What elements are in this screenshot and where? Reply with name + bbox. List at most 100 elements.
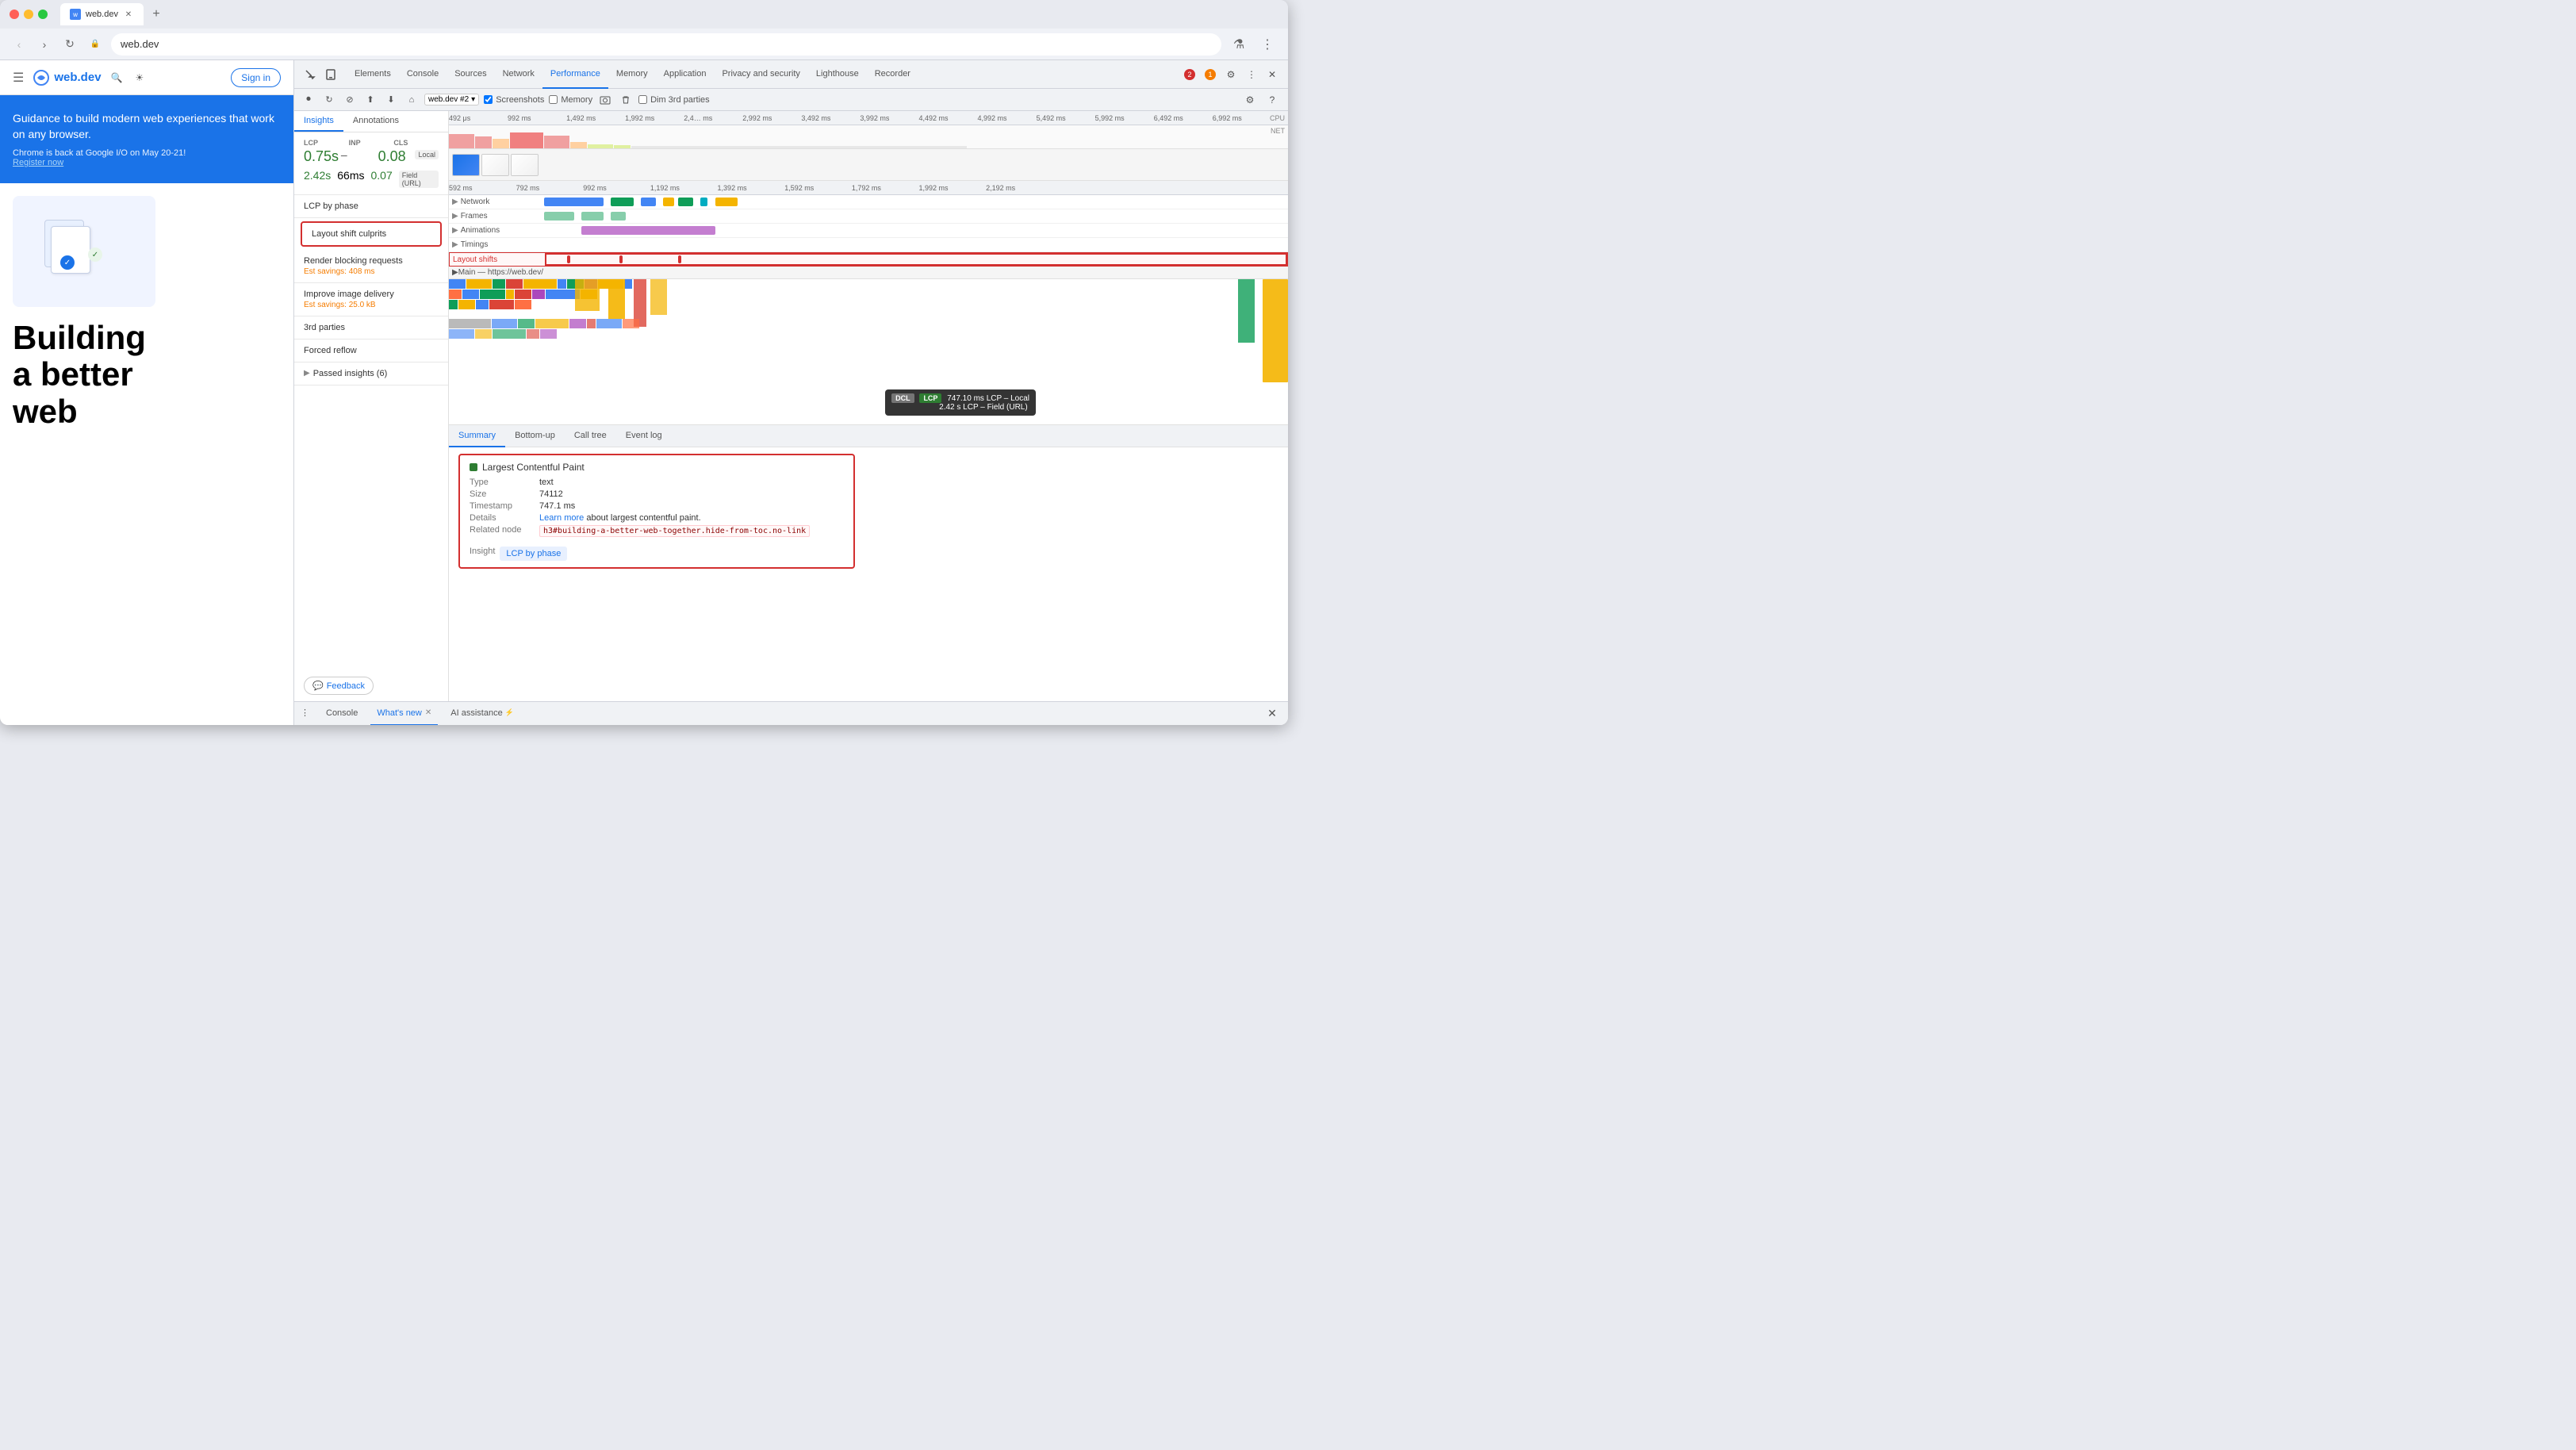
bottom-tab-whats-new[interactable]: What's new ✕ — [370, 702, 438, 726]
device-icon[interactable] — [321, 65, 340, 84]
lcp-details-row: Details Learn more about largest content… — [470, 513, 844, 523]
timeline-ruler-top: 492 μs 992 ms 1,492 ms 1,992 ms 2,4… ms … — [449, 111, 1288, 125]
url-input[interactable] — [111, 33, 1221, 56]
extensions-button[interactable]: ⚗ — [1228, 33, 1250, 56]
upload-button[interactable]: ⬆ — [362, 92, 378, 108]
ai-icon: ⚡ — [505, 708, 514, 717]
tab-insights[interactable]: Insights — [294, 111, 343, 132]
tab-network[interactable]: Network — [495, 60, 542, 89]
timeline-panel: 492 μs 992 ms 1,492 ms 1,992 ms 2,4… ms … — [449, 111, 1288, 701]
lcp-node-label: Related node — [470, 525, 533, 537]
nav-link-search[interactable]: 🔍 — [111, 72, 123, 83]
insight-3rd-parties[interactable]: 3rd parties — [294, 316, 448, 339]
tab-performance[interactable]: Performance — [542, 60, 608, 89]
tab-sources[interactable]: Sources — [447, 60, 494, 89]
insight-layout-shift-culprits[interactable]: Layout shift culprits — [301, 221, 442, 247]
insight-improve-image[interactable]: Improve image delivery Est savings: 25.0… — [294, 283, 448, 316]
insight-image-subtitle: Est savings: 25.0 kB — [304, 301, 439, 309]
network-track-label: ▶ Network — [449, 195, 544, 209]
nav-link-theme[interactable]: ☀ — [135, 72, 144, 83]
insight-forced-reflow[interactable]: Forced reflow — [294, 339, 448, 362]
forward-button[interactable]: › — [35, 35, 54, 54]
title-bar: w web.dev ✕ + — [0, 0, 1288, 29]
tab-summary[interactable]: Summary — [449, 425, 505, 447]
local-tag: Local — [415, 150, 439, 159]
webpage-content: ✓ ✓ Building a better web — [0, 183, 293, 443]
ruler-3992: 3,992 ms — [860, 114, 889, 122]
download-button[interactable]: ⬇ — [383, 92, 399, 108]
network-track: ▶ Network — [449, 195, 1288, 209]
tab-close-button[interactable]: ✕ — [123, 9, 134, 20]
bottom-tab-close-icon[interactable]: ✕ — [425, 708, 431, 717]
menu-button[interactable]: ⋮ — [1256, 33, 1278, 56]
settings-icon[interactable]: ⚙ — [1221, 65, 1240, 84]
bottom-tab-console[interactable]: Console — [320, 702, 364, 726]
lcp-popup-field: 2.42 s LCP – Field (URL) — [939, 403, 1028, 412]
tab-lighthouse[interactable]: Lighthouse — [808, 60, 867, 89]
close-bottom-bar-button[interactable]: ✕ — [1263, 704, 1282, 723]
session-selector[interactable]: web.dev #2 ▾ — [424, 94, 479, 105]
layout-shifts-track: Layout shifts — [449, 252, 1288, 267]
close-devtools-icon[interactable]: ✕ — [1263, 65, 1282, 84]
tab-call-tree[interactable]: Call tree — [565, 425, 616, 447]
browser-tab[interactable]: w web.dev ✕ — [60, 3, 144, 25]
reload-button[interactable]: ↻ — [321, 92, 337, 108]
screenshots-checkbox[interactable] — [484, 95, 493, 104]
lcp-learn-more-link[interactable]: Learn more — [539, 513, 584, 523]
insight-passed[interactable]: ▶ Passed insights (6) — [294, 362, 448, 386]
tab-event-log[interactable]: Event log — [616, 425, 672, 447]
tab-privacy[interactable]: Privacy and security — [714, 60, 807, 89]
trash-icon[interactable] — [618, 92, 634, 108]
devtools-toolbar: Elements Console Sources Network Perform… — [294, 60, 1288, 89]
tab-application[interactable]: Application — [656, 60, 715, 89]
inspect-icon[interactable] — [301, 65, 320, 84]
register-link[interactable]: Register now — [13, 158, 63, 167]
lcp-by-phase-btn[interactable]: LCP by phase — [500, 547, 567, 561]
insight-render-blocking[interactable]: Render blocking requests Est savings: 40… — [294, 250, 448, 283]
memory-label: Memory — [561, 95, 592, 105]
frames-track-label: ▶ Frames — [449, 209, 544, 223]
ruler-start: 492 μs — [449, 114, 470, 122]
tab-elements[interactable]: Elements — [347, 60, 399, 89]
memory-checkbox[interactable] — [549, 95, 558, 104]
error-badge[interactable]: 2 — [1180, 65, 1199, 84]
inp-field-section: 66ms — [337, 169, 364, 182]
site-logo[interactable]: web.dev — [33, 70, 101, 86]
tab-recorder[interactable]: Recorder — [867, 60, 918, 89]
home-button[interactable]: ⌂ — [404, 92, 420, 108]
back-button[interactable]: ‹ — [10, 35, 29, 54]
insight-passed-title: Passed insights (6) — [313, 369, 388, 378]
more-options-icon[interactable]: ⋮ — [1242, 65, 1261, 84]
tab-bottom-up[interactable]: Bottom-up — [505, 425, 565, 447]
hamburger-icon[interactable]: ☰ — [13, 70, 24, 86]
maximize-button[interactable] — [38, 10, 48, 19]
insight-lcp-by-phase[interactable]: LCP by phase — [294, 195, 448, 218]
bottom-tab-ai[interactable]: AI assistance ⚡ — [444, 702, 520, 726]
sign-in-button[interactable]: Sign in — [231, 68, 281, 87]
settings-perf-icon[interactable]: ⚙ — [1240, 90, 1259, 109]
clear-button[interactable]: ⊘ — [342, 92, 358, 108]
refresh-button[interactable]: ↻ — [60, 35, 79, 54]
lcp-card-heading: Largest Contentful Paint — [482, 462, 585, 473]
record-button[interactable]: ⏺ — [301, 92, 316, 108]
tab-console[interactable]: Console — [399, 60, 447, 89]
minimize-button[interactable] — [24, 10, 33, 19]
warning-badge[interactable]: 1 — [1201, 65, 1220, 84]
tab-annotations[interactable]: Annotations — [343, 111, 408, 132]
lcp-size-label: Size — [470, 489, 533, 499]
close-button[interactable] — [10, 10, 19, 19]
frames-track: ▶ Frames — [449, 209, 1288, 224]
metrics-labels-row: LCP INP CLS — [304, 139, 439, 147]
new-tab-button[interactable]: + — [147, 5, 166, 24]
help-icon[interactable]: ? — [1263, 90, 1282, 109]
bottom-menu-icon[interactable]: ⋮ — [301, 708, 313, 720]
tracks-container: ▶ Network — [449, 195, 1288, 267]
insight-3rd-title: 3rd parties — [304, 323, 439, 332]
screenshots-row — [449, 149, 1288, 181]
feedback-button[interactable]: 💬 Feedback — [304, 677, 374, 695]
insight-reflow-title: Forced reflow — [304, 346, 439, 355]
lcp-type-label: Type — [470, 478, 533, 487]
ruler-1992: 1,992 ms — [625, 114, 654, 122]
tab-memory[interactable]: Memory — [608, 60, 656, 89]
dim3rd-checkbox[interactable] — [638, 95, 647, 104]
